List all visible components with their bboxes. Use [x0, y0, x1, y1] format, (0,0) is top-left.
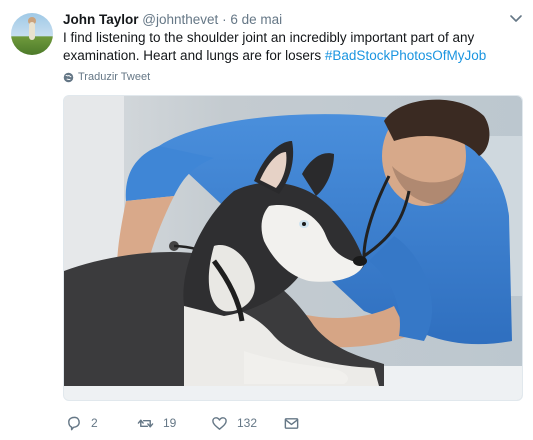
chevron-down-icon[interactable]: [509, 14, 523, 24]
tweet-header: John Taylor @johnthevet · 6 de mai: [63, 11, 282, 28]
author-handle[interactable]: @johnthevet: [142, 12, 218, 27]
tweet-photo[interactable]: [63, 95, 523, 401]
like-count: 132: [237, 416, 258, 430]
avatar-figure: [29, 22, 35, 40]
reply-icon: [68, 416, 80, 430]
tweet-actions: 2 19 132: [63, 413, 523, 433]
reply-action[interactable]: 2: [65, 413, 98, 433]
retweet-action[interactable]: 19: [137, 413, 176, 433]
like-action[interactable]: 132: [211, 413, 257, 433]
translate-tweet[interactable]: Traduzir Tweet: [63, 70, 150, 84]
hashtag-link[interactable]: #BadStockPhotosOfMyJob: [325, 48, 486, 63]
vet-husky-photo: [64, 96, 522, 400]
reply-count: 2: [91, 416, 98, 430]
tweet-date[interactable]: 6 de mai: [230, 12, 282, 27]
retweet-icon: [137, 418, 154, 428]
tweet: John Taylor @johnthevet · 6 de mai I fin…: [0, 0, 533, 440]
envelope-icon: [284, 417, 299, 429]
avatar[interactable]: [11, 13, 53, 55]
heart-icon: [212, 416, 227, 430]
author-name[interactable]: John Taylor: [63, 12, 139, 27]
translate-label: Traduzir Tweet: [78, 71, 151, 83]
globe-icon: [63, 72, 74, 82]
header-separator: ·: [222, 12, 227, 27]
dm-action[interactable]: [283, 413, 300, 433]
retweet-count: 19: [163, 416, 177, 430]
tweet-text: I find listening to the shoulder joint a…: [63, 29, 523, 65]
